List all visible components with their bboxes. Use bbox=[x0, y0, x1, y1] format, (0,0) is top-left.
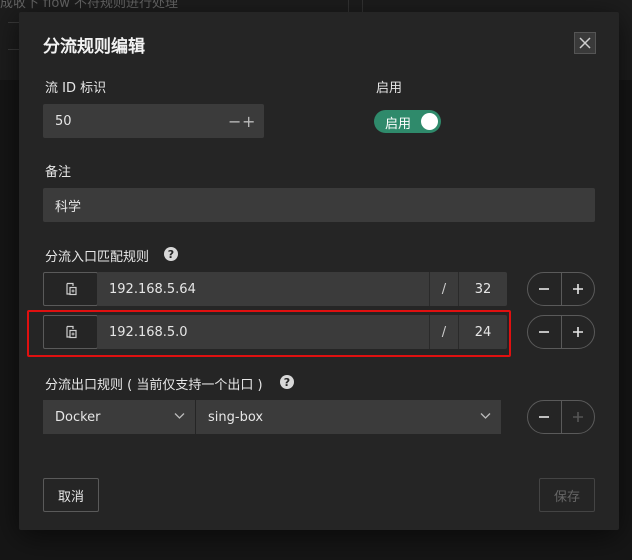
cancel-button[interactable]: 取消 bbox=[43, 478, 99, 512]
enable-toggle[interactable]: 启用 bbox=[374, 110, 441, 133]
add-row-button[interactable] bbox=[560, 316, 595, 348]
minus-icon bbox=[539, 331, 550, 333]
remove-exit-button[interactable] bbox=[528, 401, 561, 433]
background-divider bbox=[362, 0, 363, 12]
background-description-text: 成收下 flow 不符规则进行处理 bbox=[0, 0, 179, 11]
remove-row-button[interactable] bbox=[528, 273, 561, 305]
exit-rules-label: 分流出口规则 ( 当前仅支持一个出口 ) bbox=[45, 378, 263, 393]
exit-target-select[interactable]: sing-box bbox=[196, 400, 501, 434]
remove-row-button[interactable] bbox=[528, 316, 561, 348]
copy-icon bbox=[65, 282, 77, 296]
flow-id-stepper: − + bbox=[228, 104, 255, 138]
exit-target-value: sing-box bbox=[208, 409, 264, 425]
ip-address-value: 192.168.5.64 bbox=[109, 281, 196, 297]
plus-icon bbox=[572, 412, 583, 422]
exit-type-select[interactable]: Docker bbox=[43, 400, 195, 434]
entry-rule-row: 192.168.5.64 / 32 bbox=[97, 272, 507, 306]
entry-rules-label: 分流入口匹配规则 bbox=[45, 250, 150, 265]
increment-button[interactable]: + bbox=[242, 112, 255, 131]
close-icon bbox=[579, 37, 591, 49]
chevron-down-icon bbox=[174, 413, 185, 419]
toggle-text: 启用 bbox=[385, 117, 412, 132]
cidr-mask-input[interactable]: 32 bbox=[459, 272, 507, 306]
flow-id-label: 流 ID 标识 bbox=[45, 81, 107, 96]
enable-label: 启用 bbox=[376, 81, 403, 96]
remark-label: 备注 bbox=[45, 165, 72, 180]
add-row-button[interactable] bbox=[560, 273, 595, 305]
cidr-mask-value: 32 bbox=[474, 281, 492, 297]
help-icon[interactable]: ? bbox=[280, 375, 294, 389]
chevron-down-icon bbox=[480, 413, 491, 419]
cidr-separator: / bbox=[429, 272, 459, 306]
minus-icon bbox=[539, 288, 550, 290]
highlight-annotation-box bbox=[27, 310, 511, 357]
close-button[interactable] bbox=[574, 32, 596, 54]
toggle-knob bbox=[421, 113, 438, 130]
exit-type-value: Docker bbox=[55, 409, 101, 425]
minus-icon bbox=[539, 416, 550, 418]
ip-address-input[interactable]: 192.168.5.64 bbox=[97, 272, 429, 306]
plus-icon bbox=[572, 327, 583, 337]
row-add-remove-group bbox=[527, 272, 595, 306]
add-exit-button-disabled bbox=[560, 401, 595, 433]
remark-input[interactable]: 科学 bbox=[43, 188, 595, 222]
row-add-remove-group bbox=[527, 315, 595, 349]
plus-icon bbox=[572, 284, 583, 294]
copy-rule-button[interactable] bbox=[43, 272, 98, 306]
background-divider bbox=[348, 0, 349, 12]
flow-id-input[interactable]: 50 − + bbox=[43, 104, 264, 138]
decrement-button[interactable]: − bbox=[228, 112, 241, 131]
flow-id-value: 50 bbox=[55, 113, 72, 129]
save-button[interactable]: 保存 bbox=[539, 478, 595, 512]
help-icon[interactable]: ? bbox=[164, 247, 178, 261]
dialog-title: 分流规则编辑 bbox=[43, 37, 145, 57]
exit-add-remove-group bbox=[527, 400, 595, 434]
flow-rule-edit-dialog: 分流规则编辑 流 ID 标识 50 − + 启用 启用 备注 科学 分流入口匹配… bbox=[19, 12, 619, 530]
remark-value: 科学 bbox=[55, 199, 82, 215]
